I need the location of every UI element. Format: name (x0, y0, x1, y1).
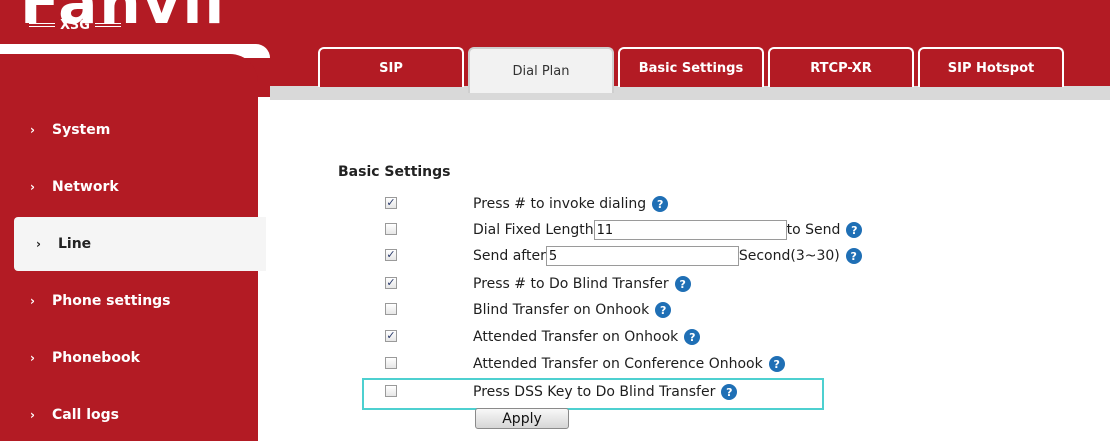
sidebar-item-label: Phone settings (52, 293, 171, 309)
sidebar-item-phonebook[interactable]: › Phonebook (0, 331, 258, 385)
apply-button[interactable]: Apply (475, 408, 569, 429)
help-icon[interactable]: ? (655, 302, 672, 318)
setting-label: Press # to Do Blind Transfer (473, 276, 669, 292)
tab-strip (270, 86, 1110, 100)
help-icon[interactable]: ? (846, 222, 863, 238)
model-line-left (29, 23, 56, 27)
sidebar-item-line[interactable]: › Line (14, 217, 266, 271)
help-icon[interactable]: ? (652, 196, 669, 212)
setting-suffix: Second(3~30) (738, 248, 840, 264)
sidebar-item-network[interactable]: › Network (0, 160, 258, 214)
sidebar-item-label: Network (52, 179, 119, 195)
setting-label: Send after (473, 248, 546, 264)
tab-basic-settings[interactable]: Basic Settings (618, 47, 764, 87)
checkbox-dss-key-blind-transfer[interactable] (385, 385, 397, 397)
model-line-right (94, 23, 121, 27)
checkbox-press-hash-dialing[interactable]: ✓ (385, 197, 397, 209)
model-badge: X3G (20, 16, 130, 34)
tab-sip-hotspot[interactable]: SIP Hotspot (918, 47, 1064, 87)
checkbox-press-hash-blind-transfer[interactable]: ✓ (385, 277, 397, 289)
chevron-right-icon: › (30, 351, 35, 365)
setting-label: Press DSS Key to Do Blind Transfer (473, 384, 716, 400)
setting-row: Blind Transfer on Onhook ? (473, 299, 672, 321)
help-icon[interactable]: ? (721, 384, 738, 400)
sidebar-item-call-logs[interactable]: › Call logs (0, 388, 258, 442)
sidebar-item-label: Call logs (52, 407, 119, 423)
sidebar-item-system[interactable]: › System (0, 103, 258, 157)
setting-row: Attended Transfer on Onhook ? (473, 326, 701, 348)
checkbox-attended-transfer-conference-onhook[interactable] (385, 357, 397, 369)
chevron-right-icon: › (30, 123, 35, 137)
sidebar-item-label: Line (58, 236, 92, 252)
setting-label: Press # to invoke dialing (473, 196, 647, 212)
setting-suffix: to Send (786, 222, 841, 238)
check-mark-icon: ✓ (386, 248, 396, 261)
check-mark-icon: ✓ (386, 329, 396, 342)
fixed-length-input[interactable] (593, 220, 787, 240)
setting-label: Dial Fixed Length (473, 222, 594, 238)
setting-row: Dial Fixed Length to Send ? (473, 219, 863, 241)
setting-row: Attended Transfer on Conference Onhook ? (473, 353, 785, 375)
check-mark-icon: ✓ (386, 276, 396, 289)
checkbox-dial-fixed-length[interactable] (385, 223, 397, 235)
setting-label: Attended Transfer on Onhook (473, 329, 679, 345)
setting-label: Blind Transfer on Onhook (473, 302, 650, 318)
chevron-right-icon: › (30, 294, 35, 308)
tab-sip[interactable]: SIP (318, 47, 464, 87)
checkbox-blind-transfer-onhook[interactable] (385, 303, 397, 315)
chevron-right-icon: › (30, 408, 35, 422)
check-mark-icon: ✓ (386, 196, 396, 209)
model-label: X3G (60, 17, 90, 33)
chevron-right-icon: › (30, 180, 35, 194)
chevron-right-icon: › (36, 237, 41, 251)
help-icon[interactable]: ? (845, 248, 862, 264)
help-icon[interactable]: ? (768, 356, 785, 372)
sidebar-item-label: Phonebook (52, 350, 140, 366)
setting-label: Attended Transfer on Conference Onhook (473, 356, 763, 372)
setting-row: Press # to Do Blind Transfer ? (473, 273, 691, 295)
send-after-input[interactable] (545, 246, 739, 266)
setting-row: Press DSS Key to Do Blind Transfer ? (473, 381, 738, 403)
tab-rtcp-xr[interactable]: RTCP-XR (768, 47, 914, 87)
help-icon[interactable]: ? (684, 329, 701, 345)
setting-row: Send after Second(3~30) ? (473, 245, 862, 267)
checkbox-attended-transfer-onhook[interactable]: ✓ (385, 330, 397, 342)
sidebar-item-phone-settings[interactable]: › Phone settings (0, 274, 258, 328)
tab-dial-plan[interactable]: Dial Plan (468, 47, 614, 93)
setting-row: Press # to invoke dialing ? (473, 193, 669, 215)
section-title: Basic Settings (338, 164, 451, 180)
checkbox-send-after[interactable]: ✓ (385, 249, 397, 261)
sidebar-item-label: System (52, 122, 111, 138)
help-icon[interactable]: ? (674, 276, 691, 292)
